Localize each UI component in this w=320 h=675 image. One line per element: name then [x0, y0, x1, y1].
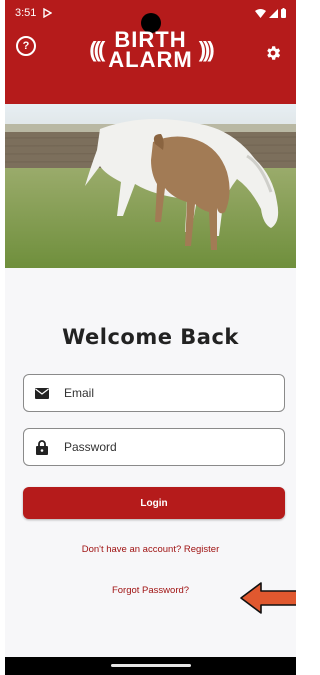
lock-icon: [34, 439, 50, 455]
wifi-icon: [255, 8, 266, 18]
welcome-title: Welcome Back: [62, 325, 239, 349]
gear-icon[interactable]: [264, 44, 282, 62]
password-field[interactable]: [23, 428, 285, 466]
home-gesture-handle[interactable]: [110, 664, 191, 667]
app-logo: ((( BIRTH ALARM ))): [5, 29, 296, 72]
play-protect-icon: [43, 8, 53, 18]
envelope-icon: [34, 385, 50, 401]
email-field[interactable]: [23, 374, 285, 412]
app-screen: 3:51 ? (((BIRTH ALARM))) Welcome Back …: [0, 0, 301, 675]
login-button[interactable]: Login: [23, 487, 285, 519]
status-time: 3:51: [15, 7, 37, 19]
email-input[interactable]: [62, 385, 266, 401]
navigation-bar: [5, 657, 296, 675]
register-link[interactable]: Don't have an account? Register: [5, 544, 296, 555]
battery-icon: [281, 8, 286, 18]
logo-line-2: ALARM: [108, 47, 193, 72]
logo-wave-left: (((: [89, 37, 105, 62]
password-input[interactable]: [62, 439, 266, 455]
logo-wave-right: ))): [198, 37, 215, 62]
annotation-arrow-icon: [240, 582, 296, 614]
app-header: 3:51 ? (((BIRTH ALARM))): [5, 0, 296, 104]
signal-icon: [269, 8, 278, 18]
hero-image: [5, 104, 296, 268]
